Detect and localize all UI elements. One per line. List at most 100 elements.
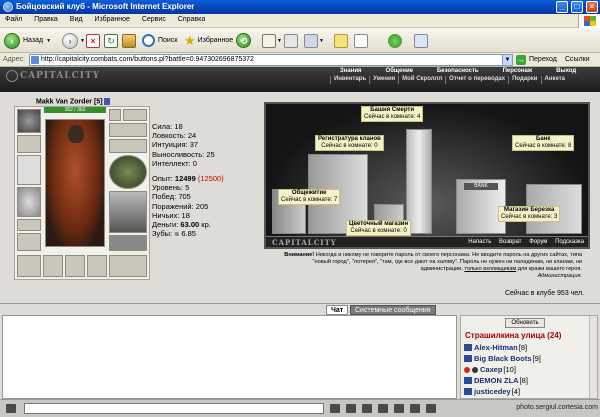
inventory-slot-1[interactable] [17, 255, 41, 277]
warning-link[interactable]: только взломщикам [464, 266, 516, 272]
menu-help[interactable]: Справка [173, 14, 210, 25]
chat-mode-icon[interactable] [6, 404, 16, 413]
stop-button[interactable]: × [86, 31, 100, 50]
belt-slot[interactable] [17, 219, 41, 231]
user-list-scrollbar[interactable] [589, 316, 597, 398]
smile-icon[interactable] [378, 404, 388, 413]
research-button[interactable] [354, 31, 368, 50]
user-row[interactable]: justicedey [4] [464, 386, 596, 397]
menu-file[interactable]: Файл [0, 14, 27, 25]
search-button[interactable]: Поиск [142, 31, 177, 50]
address-input[interactable]: http://capitalcity.combats.com/buttons.p… [29, 54, 513, 66]
info-row: Поражений: 205 [152, 201, 209, 211]
tab-chat[interactable]: Чат [326, 305, 349, 315]
leggings-slot[interactable] [109, 191, 147, 233]
nav-knowledge[interactable]: Знания [328, 68, 374, 76]
character-avatar [45, 119, 105, 247]
user-row[interactable]: Alex-Hitman [8] [464, 342, 596, 353]
tower-building[interactable] [406, 129, 432, 234]
forward-button[interactable]: › ▼ [62, 31, 85, 50]
nav-profile[interactable]: Анкета [540, 76, 569, 84]
attack-link[interactable]: Напасть [468, 239, 491, 245]
tab-system-messages[interactable]: Системные сообщения [350, 305, 436, 315]
info-icon[interactable] [103, 98, 110, 105]
boots-slot[interactable] [109, 235, 147, 251]
go-button[interactable]: Переход [529, 56, 557, 63]
print-button[interactable] [284, 31, 298, 50]
shield-slot[interactable] [109, 155, 147, 189]
tag-flower-shop[interactable]: Цветочный магазин Сейчас в комнате: 0 [346, 220, 412, 236]
nav-character[interactable]: Персонаж [491, 68, 545, 76]
nav-gifts[interactable]: Подарки [508, 76, 540, 84]
menu-tools[interactable]: Сервис [137, 14, 171, 25]
refresh-users-button[interactable]: Обновить [505, 318, 545, 328]
close-button[interactable]: × [586, 1, 598, 13]
nav-security[interactable]: Безопасность [425, 68, 491, 76]
tag-bank[interactable]: Банк Сейчас в комнате: 8 [512, 135, 575, 151]
nav-exit[interactable]: Выход [544, 68, 588, 76]
minimize-button[interactable]: _ [556, 1, 568, 13]
maximize-button[interactable]: □ [571, 1, 583, 13]
dropdown-icon[interactable]: ▼ [319, 38, 324, 44]
character-panel: 362 / 362 [14, 106, 150, 280]
tag-dormitory[interactable]: Общежитие Сейчас в комнате: 7 [278, 189, 341, 205]
inventory-slot-2[interactable] [43, 255, 63, 277]
nav-inventory[interactable]: Инвентарь [330, 76, 369, 84]
misc-slot[interactable] [109, 139, 147, 153]
favorites-button[interactable]: ★ Избранное [184, 31, 233, 50]
menu-view[interactable]: Вид [65, 14, 88, 25]
return-link[interactable]: Возврат [499, 239, 522, 245]
translit-icon[interactable] [394, 404, 404, 413]
nav-scroll[interactable]: Мой Скроллл [398, 76, 445, 84]
refresh-button[interactable]: ↻ [104, 31, 118, 50]
tag-berezka-shop[interactable]: Магазин Березка Сейчас в комнате: 3 [498, 206, 561, 222]
user-row[interactable]: Big Black Boots [9] [464, 353, 596, 364]
chat-input[interactable] [24, 403, 324, 414]
dropdown-icon[interactable]: ▼ [277, 38, 282, 44]
map-links: Напасть Возврат Форум Подсказка [462, 239, 584, 245]
nav-communication[interactable]: Общение [374, 68, 425, 76]
history-button[interactable]: ⟲ [236, 31, 251, 50]
gloves-slot[interactable] [109, 123, 147, 137]
back-button[interactable]: ‹ Назад ▼ [4, 31, 51, 50]
tag-clan-registry[interactable]: Регистратура кланов Сейчас в комнате: 0 [315, 135, 384, 151]
bracers-slot[interactable] [17, 135, 41, 153]
nav-skills[interactable]: Умения [369, 76, 398, 84]
amulet-slot[interactable] [123, 109, 147, 121]
earring-slot[interactable] [109, 109, 121, 121]
menu-favorites[interactable]: Избранное [89, 14, 134, 25]
send-icon[interactable] [330, 404, 340, 413]
settings-icon[interactable] [410, 404, 420, 413]
forum-link[interactable]: Форум [529, 239, 547, 245]
edit-button[interactable]: ▼ [304, 31, 324, 50]
address-dropdown[interactable]: ▼ [502, 55, 512, 65]
sound-icon[interactable] [426, 404, 436, 413]
chat-log[interactable] [2, 315, 457, 399]
inventory-slot-4[interactable] [87, 255, 107, 277]
weapon-slot[interactable] [17, 155, 41, 185]
links-button[interactable]: Ссылки [565, 56, 590, 63]
user-row[interactable]: DEMON ZLA [8] [464, 375, 596, 386]
user-row[interactable]: Сахер [10] [464, 364, 596, 375]
nav-transfers[interactable]: Отчет о переводах [445, 76, 508, 84]
inventory-slot-3[interactable] [65, 255, 85, 277]
hint-link[interactable]: Подсказка [555, 239, 584, 245]
messenger-button[interactable] [388, 31, 402, 50]
search-label: Поиск [158, 37, 178, 44]
main-nav: Знания Общение Безопасность Персонаж Вых… [328, 68, 588, 76]
dropdown-icon[interactable]: ▼ [80, 38, 85, 44]
mail-button[interactable]: ▼ [262, 31, 282, 50]
clear-icon[interactable] [346, 404, 356, 413]
filter-icon[interactable] [362, 404, 372, 413]
discuss-button[interactable] [334, 31, 348, 50]
dropdown-icon[interactable]: ▼ [46, 38, 51, 44]
extra-button[interactable] [414, 31, 428, 50]
helmet-slot[interactable] [17, 109, 41, 133]
menu-edit[interactable]: Правка [29, 14, 63, 25]
tag-death-tower[interactable]: Башня Смерти Сейчас в комнате: 4 [361, 106, 424, 122]
rings-slot[interactable] [17, 233, 41, 251]
home-button[interactable] [122, 31, 136, 50]
go-arrow-icon[interactable]: → [516, 55, 526, 65]
armor-slot[interactable] [17, 187, 41, 217]
inventory-slot-5[interactable] [109, 255, 147, 277]
